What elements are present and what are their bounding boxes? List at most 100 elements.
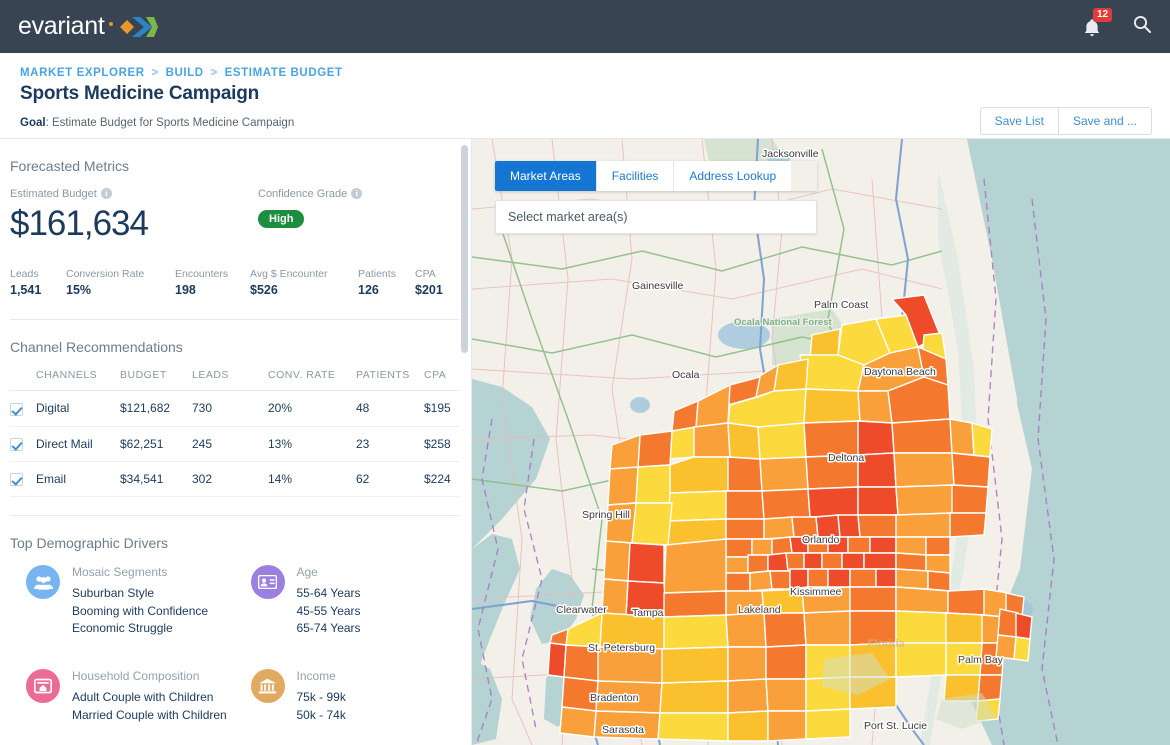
- demographic-value: 50k - 74k: [297, 707, 346, 724]
- cell-leads: 302: [192, 461, 268, 496]
- map-city-label-tampa: Tampa: [632, 607, 664, 619]
- demographic-value: Booming with Confidence: [72, 603, 208, 620]
- map-tab-market-areas[interactable]: Market Areas: [495, 161, 597, 191]
- kpi-label: CPA: [415, 268, 443, 280]
- row-checkbox[interactable]: [10, 473, 23, 486]
- cell-conv-rate: 20%: [268, 391, 356, 426]
- breadcrumb-separator: >: [211, 67, 218, 79]
- logo-text: evariant: [18, 12, 105, 41]
- cell-cpa: $224: [424, 461, 459, 496]
- info-icon[interactable]: i: [101, 188, 112, 199]
- top-demographic-drivers-title: Top Demographic Drivers: [10, 535, 459, 551]
- demographic-value: 75k - 99k: [297, 689, 346, 706]
- kpi-cpa: CPA $201: [415, 268, 443, 297]
- notifications-button[interactable]: 12: [1082, 13, 1106, 41]
- cell-patients: 48: [356, 391, 424, 426]
- table-row[interactable]: Email $34,541 302 14% 62 $224: [10, 461, 459, 496]
- cell-budget: $62,251: [120, 426, 192, 461]
- breadcrumb-item-estimate-budget[interactable]: ESTIMATE BUDGET: [225, 67, 343, 79]
- cell-leads: 730: [192, 391, 268, 426]
- map-panel[interactable]: Ocala National Forest Florida Jacksonvil…: [472, 139, 1170, 745]
- map-city-label-ocala: Ocala: [672, 369, 700, 381]
- row-checkbox[interactable]: [10, 403, 23, 416]
- page-title: Sports Medicine Campaign: [20, 83, 1150, 105]
- map-city-label-jacksonville: Jacksonville: [762, 148, 819, 160]
- page-header: MARKET EXPLORER > BUILD > ESTIMATE BUDGE…: [0, 53, 1170, 139]
- kpi-avg-encounter: Avg $ Encounter $526: [250, 268, 358, 297]
- evariant-logo[interactable]: evariant: [18, 12, 158, 41]
- demographic-card-age: Age 55-64 Years 45-55 Years 65-74 Years: [235, 565, 460, 637]
- divider: [10, 515, 459, 516]
- table-header-patients: PATIENTS: [356, 363, 424, 391]
- demographic-value: Economic Struggle: [72, 620, 208, 637]
- row-checkbox-cell: [10, 391, 36, 426]
- kpi-label: Leads: [10, 268, 66, 280]
- demographic-card-household-composition: Household Composition Adult Couple with …: [10, 669, 235, 724]
- map-city-label-sarasota: Sarasota: [602, 724, 644, 736]
- demographic-card-income: Income 75k - 99k 50k - 74k: [235, 669, 460, 724]
- map-city-label-gainesville: Gainesville: [632, 280, 684, 292]
- table-header-cpa: CPA: [424, 363, 459, 391]
- logo-chevron-mark: [118, 14, 158, 40]
- table-header-channels: CHANNELS: [36, 363, 120, 391]
- demographic-cards-grid: Mosaic Segments Suburban Style Booming w…: [10, 565, 459, 745]
- people-icon: [26, 565, 60, 599]
- demographic-value: Suburban Style: [72, 585, 208, 602]
- demographic-heading: Mosaic Segments: [72, 565, 208, 579]
- table-header-leads: LEADS: [192, 363, 268, 391]
- kpi-encounters: Encounters 198: [175, 268, 250, 297]
- demographic-value: Married Couple with Children: [72, 707, 227, 724]
- cell-conv-rate: 13%: [268, 426, 356, 461]
- channel-recommendations-title: Channel Recommendations: [10, 339, 459, 355]
- row-checkbox-cell: [10, 461, 36, 496]
- breadcrumb-separator: >: [151, 67, 158, 79]
- kpi-value: 198: [175, 283, 250, 297]
- kpi-value: 1,541: [10, 283, 66, 297]
- cell-conv-rate: 14%: [268, 461, 356, 496]
- demographic-value: 55-64 Years: [297, 585, 361, 602]
- household-icon: [26, 669, 60, 703]
- kpi-conversion-rate: Conversion Rate 15%: [66, 268, 175, 297]
- goal-label: Goal: [20, 117, 46, 129]
- table-row[interactable]: Direct Mail $62,251 245 13% 23 $258: [10, 426, 459, 461]
- row-checkbox[interactable]: [10, 438, 23, 451]
- map-tab-address-lookup[interactable]: Address Lookup: [674, 161, 791, 191]
- map-tab-group: Market Areas Facilities Address Lookup: [495, 161, 817, 191]
- cell-budget: $121,682: [120, 391, 192, 426]
- demographic-value: 65-74 Years: [297, 620, 361, 637]
- sidebar-scrollbar[interactable]: [461, 145, 468, 353]
- breadcrumb-item-build[interactable]: BUILD: [166, 67, 204, 79]
- demographic-heading: Age: [297, 565, 361, 579]
- cell-leads: 245: [192, 426, 268, 461]
- breadcrumb-item-market-explorer[interactable]: MARKET EXPLORER: [20, 67, 145, 79]
- kpi-label: Conversion Rate: [66, 268, 175, 280]
- save-and-button[interactable]: Save and ...: [1059, 107, 1152, 135]
- logo-dot: [109, 22, 113, 26]
- id-card-icon: [251, 565, 285, 599]
- channel-recommendations-table: CHANNELS BUDGET LEADS CONV. RATE PATIENT…: [10, 363, 459, 497]
- map-city-label-kissimmee: Kissimmee: [790, 586, 842, 598]
- save-list-button[interactable]: Save List: [980, 107, 1059, 135]
- market-area-select-input[interactable]: Select market area(s): [495, 200, 817, 234]
- demographic-card-mosaic-segments: Mosaic Segments Suburban Style Booming w…: [10, 565, 235, 637]
- map-area-label: Ocala National Forest: [734, 317, 833, 328]
- map-city-label-deltona: Deltona: [828, 452, 864, 464]
- info-icon[interactable]: i: [351, 188, 362, 199]
- table-header-row: CHANNELS BUDGET LEADS CONV. RATE PATIENT…: [10, 363, 459, 391]
- kpi-patients: Patients 126: [358, 268, 415, 297]
- estimated-budget-block: Estimated Budgeti $161,634: [10, 184, 258, 244]
- left-sidebar-panel[interactable]: Forecasted Metrics Estimated Budgeti $16…: [0, 139, 472, 745]
- kpi-value: 126: [358, 283, 415, 297]
- table-header-conv-rate: CONV. RATE: [268, 363, 356, 391]
- estimated-budget-label: Estimated Budget: [10, 188, 97, 200]
- confidence-grade-badge: High: [258, 210, 304, 228]
- search-icon[interactable]: [1132, 14, 1152, 39]
- cell-channel: Direct Mail: [36, 426, 120, 461]
- kpi-label: Patients: [358, 268, 415, 280]
- cell-budget: $34,541: [120, 461, 192, 496]
- cell-channel: Email: [36, 461, 120, 496]
- map-tab-facilities[interactable]: Facilities: [597, 161, 675, 191]
- kpi-label: Avg $ Encounter: [250, 268, 358, 280]
- table-row[interactable]: Digital $121,682 730 20% 48 $195: [10, 391, 459, 426]
- map-city-label-lakeland: Lakeland: [738, 604, 781, 616]
